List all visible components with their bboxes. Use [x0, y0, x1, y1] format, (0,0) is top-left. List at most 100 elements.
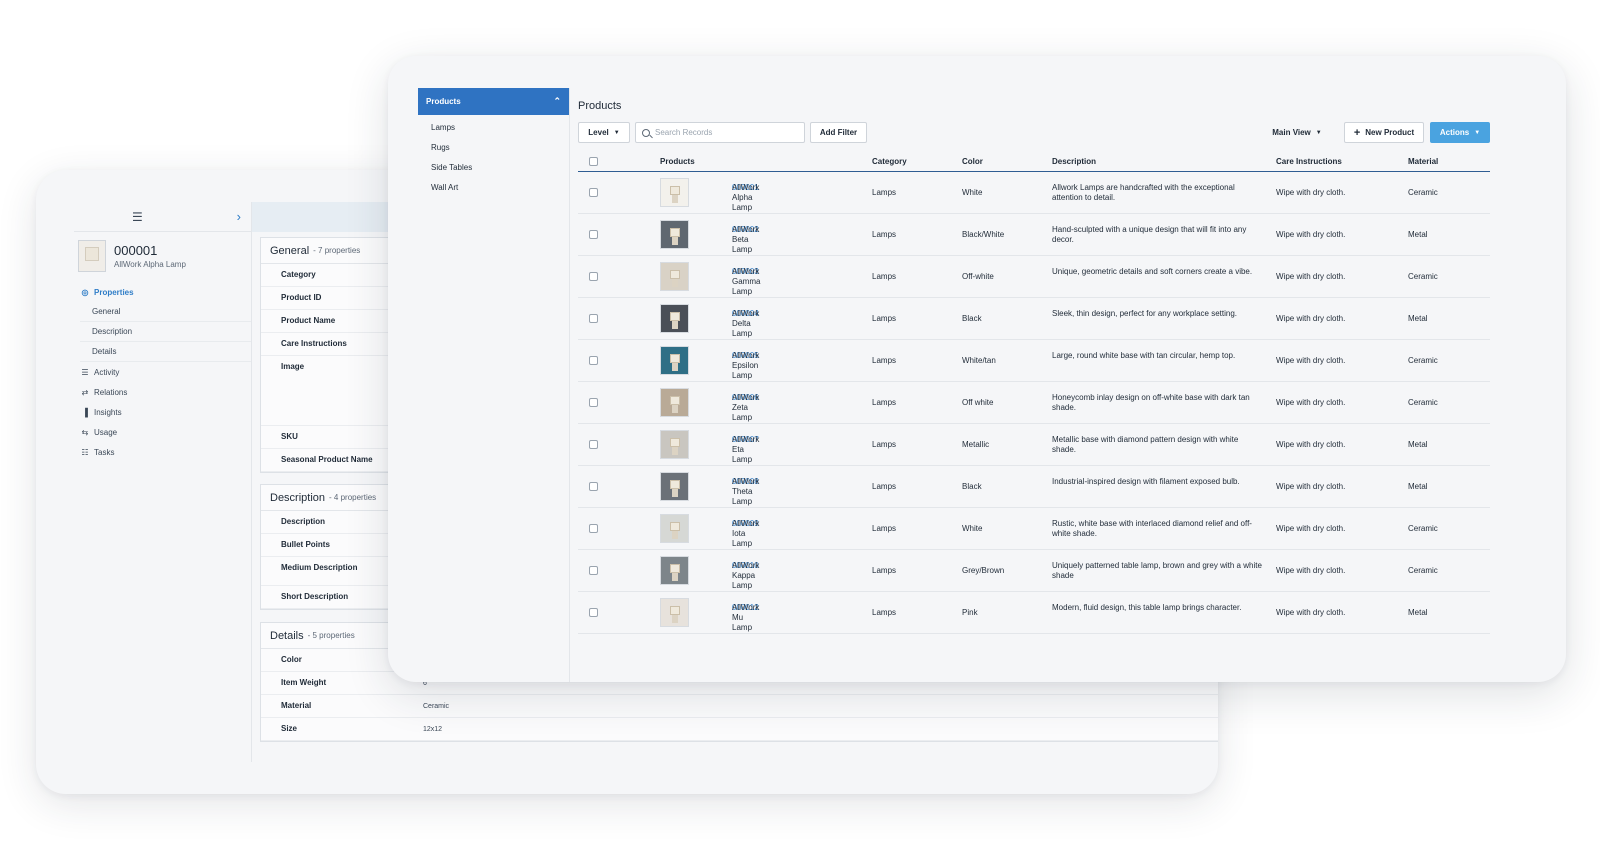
table-row[interactable]: 000002 AllWork Beta Lamp Lamps Black/White H…: [578, 214, 1490, 256]
property-value[interactable]: 12x12: [423, 726, 442, 733]
lamp-base-shape: [672, 237, 678, 245]
category-cell: Lamps: [872, 188, 897, 197]
column-header-category[interactable]: Category: [872, 157, 907, 166]
property-row: Size 12x12: [261, 718, 1218, 741]
sidebar-item-rugs[interactable]: Rugs: [418, 137, 569, 157]
product-name: AllWork Alpha Lamp: [732, 183, 760, 212]
tasks-icon: ☷: [81, 447, 89, 457]
list-icon[interactable]: ☰: [132, 210, 143, 224]
row-checkbox[interactable]: [589, 566, 598, 575]
level-dropdown[interactable]: Level ▼: [578, 122, 630, 143]
lamp-base-shape: [672, 447, 678, 455]
row-checkbox[interactable]: [589, 440, 598, 449]
detail-nav-label: Relations: [94, 387, 128, 397]
search-box[interactable]: [635, 122, 805, 143]
row-checkbox[interactable]: [589, 314, 598, 323]
property-value[interactable]: Ceramic: [423, 703, 449, 710]
detail-nav-item-description[interactable]: Description: [80, 322, 251, 342]
properties-icon: ◎: [81, 287, 89, 297]
detail-nav-item-insights[interactable]: ▐ Insights: [80, 402, 251, 422]
table-row[interactable]: 000004 AllWork Delta Lamp Lamps Black Sleek,…: [578, 298, 1490, 340]
column-header-material[interactable]: Material: [1408, 157, 1438, 166]
row-checkbox[interactable]: [589, 356, 598, 365]
chevron-up-icon[interactable]: ⌃: [553, 96, 561, 107]
product-thumbnail[interactable]: [660, 472, 689, 501]
detail-nav-item-details[interactable]: Details: [80, 342, 251, 362]
sidebar-header-products[interactable]: Products ⌃: [418, 88, 569, 115]
detail-nav-item-relations[interactable]: ⇄ Relations: [80, 382, 251, 402]
lamp-shade-shape: [670, 186, 680, 195]
property-label: Bullet Points: [281, 540, 330, 549]
search-input[interactable]: [655, 128, 795, 137]
table-header: Products Category Color Description Care…: [578, 150, 1490, 172]
material-cell: Ceramic: [1408, 188, 1438, 197]
category-cell: Lamps: [872, 356, 897, 365]
detail-nav-label: Usage: [94, 427, 118, 437]
product-thumbnail[interactable]: [660, 346, 689, 375]
detail-nav-item-tasks[interactable]: ☷ Tasks: [80, 442, 251, 462]
care-instructions-cell: Wipe with dry cloth.: [1276, 608, 1346, 617]
table-row[interactable]: 000001 AllWork Alpha Lamp Lamps White Allwor…: [578, 172, 1490, 214]
add-filter-button[interactable]: Add Filter: [810, 122, 867, 143]
category-cell: Lamps: [872, 524, 897, 533]
product-thumbnail[interactable]: [660, 220, 689, 249]
detail-nav-item-general[interactable]: General: [80, 302, 251, 322]
table-row[interactable]: 000005 AllWork Epsilon Lamp Lamps White/tan…: [578, 340, 1490, 382]
table-row[interactable]: 000010 AllWork Kappa Lamp Lamps Grey/Brown U…: [578, 550, 1490, 592]
row-checkbox[interactable]: [589, 188, 598, 197]
property-label: Care Instructions: [281, 339, 347, 348]
new-product-button[interactable]: + New Product: [1344, 122, 1424, 143]
section-count: - 5 properties: [307, 631, 355, 640]
color-cell: Metallic: [962, 440, 990, 449]
view-selector[interactable]: Main View ▼: [1262, 122, 1332, 143]
product-thumbnail[interactable]: [660, 598, 689, 627]
table-row[interactable]: 000006 AllWork Zeta Lamp Lamps Off white Hon…: [578, 382, 1490, 424]
plus-icon: +: [1353, 126, 1361, 139]
product-thumbnail[interactable]: [660, 430, 689, 459]
select-all-checkbox[interactable]: [589, 157, 598, 166]
detail-nav: ◎ Properties General Description Details ☰ Act…: [74, 282, 251, 462]
product-thumbnail[interactable]: [660, 262, 689, 291]
row-checkbox[interactable]: [589, 524, 598, 533]
chevron-right-icon[interactable]: ›: [237, 209, 241, 224]
column-header-products[interactable]: Products: [660, 157, 695, 166]
table-row[interactable]: 000009 AllWork Iota Lamp Lamps White Rustic,…: [578, 508, 1490, 550]
property-label: Color: [281, 655, 302, 664]
table-row[interactable]: 000003 AllWork Gamma Lamp Lamps Off-white Un…: [578, 256, 1490, 298]
lamp-shade-shape: [670, 354, 680, 363]
table-row[interactable]: 000007 AllWork Eta Lamp Lamps Metallic Metal…: [578, 424, 1490, 466]
table-row[interactable]: 000012 AllWork Mu Lamp Lamps Pink Modern, fl…: [578, 592, 1490, 634]
row-checkbox[interactable]: [589, 272, 598, 281]
product-thumbnail[interactable]: [660, 556, 689, 585]
column-header-care-instructions[interactable]: Care Instructions: [1276, 157, 1342, 166]
table-row[interactable]: 000008 AllWork Theta Lamp Lamps Black Indust…: [578, 466, 1490, 508]
color-cell: Off-white: [962, 272, 994, 281]
sidebar-item-lamps[interactable]: Lamps: [418, 117, 569, 137]
product-thumbnail[interactable]: [660, 178, 689, 207]
detail-nav-item-properties[interactable]: ◎ Properties: [80, 282, 251, 302]
lamp-base-shape: [672, 405, 678, 413]
care-instructions-cell: Wipe with dry cloth.: [1276, 398, 1346, 407]
row-checkbox[interactable]: [589, 608, 598, 617]
product-thumbnail[interactable]: [660, 514, 689, 543]
property-label: Seasonal Product Name: [281, 455, 373, 464]
material-cell: Ceramic: [1408, 398, 1438, 407]
sidebar-item-side-tables[interactable]: Side Tables: [418, 157, 569, 177]
lamp-base-shape: [672, 321, 678, 329]
detail-nav-item-usage[interactable]: ⇆ Usage: [80, 422, 251, 442]
product-thumbnail[interactable]: [660, 388, 689, 417]
column-header-color[interactable]: Color: [962, 157, 983, 166]
actions-button[interactable]: Actions ▼: [1430, 122, 1490, 143]
column-header-description[interactable]: Description: [1052, 157, 1096, 166]
color-cell: Off white: [962, 398, 994, 407]
property-label: Material: [281, 701, 312, 710]
section-count: - 4 properties: [329, 493, 377, 502]
sidebar-item-wall-art[interactable]: Wall Art: [418, 177, 569, 197]
row-checkbox[interactable]: [589, 230, 598, 239]
product-thumbnail[interactable]: [660, 304, 689, 333]
row-checkbox[interactable]: [589, 398, 598, 407]
detail-nav-item-activity[interactable]: ☰ Activity: [80, 362, 251, 382]
detail-nav-label: Properties: [94, 287, 134, 297]
row-checkbox[interactable]: [589, 482, 598, 491]
section-count: - 7 properties: [313, 246, 361, 255]
